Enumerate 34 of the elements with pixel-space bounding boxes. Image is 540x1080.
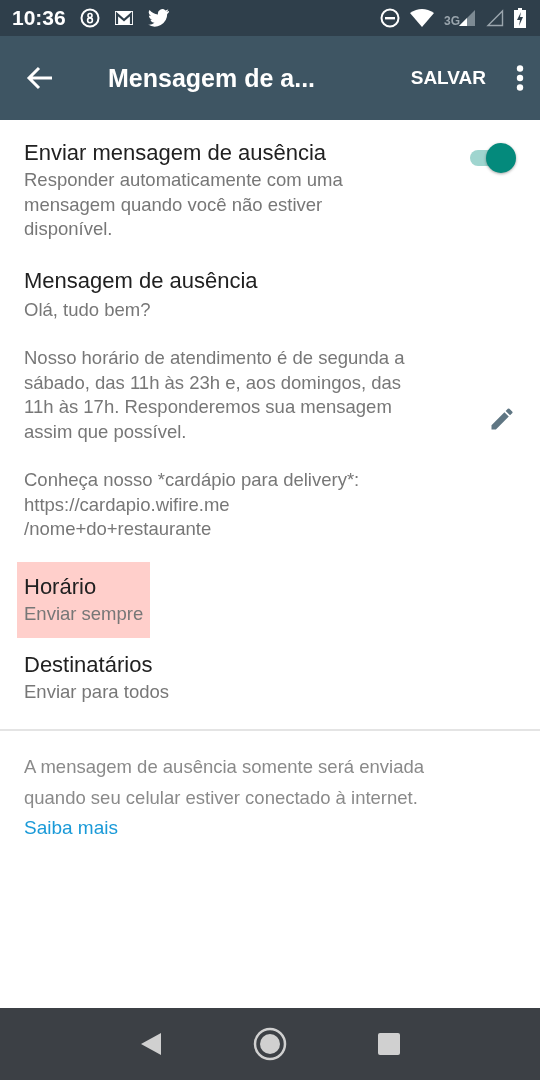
setting-title: Mensagem de ausência — [24, 266, 258, 295]
back-triangle-icon — [140, 1032, 163, 1056]
setting-title: Enviar mensagem de ausência — [24, 139, 327, 167]
back-nav-button[interactable] — [140, 1032, 163, 1056]
do-not-disturb-icon — [380, 8, 400, 28]
status-time: 10:36 — [12, 6, 66, 30]
badge-icon — [79, 8, 100, 28]
more-options-icon — [516, 65, 524, 91]
home-nav-button[interactable] — [253, 1027, 287, 1061]
message-paragraph: Nosso horário de atendimento é de segunda a sábado, das 11h às 23h e, aos domingos, das 11h às 17h. Responderemos sua mensagem assim que possível. — [24, 346, 406, 444]
back-arrow-icon — [26, 66, 54, 90]
message-paragraph: Olá, tudo bem? — [24, 297, 152, 322]
back-button[interactable] — [26, 66, 54, 90]
more-options-button[interactable] — [516, 65, 524, 91]
setting-value: Enviar sempre — [24, 601, 144, 626]
wifi-icon — [410, 9, 434, 27]
setting-value: Enviar para todos — [24, 680, 169, 704]
message-paragraph: Conheça nosso *cardápio para delivery*: https://cardapio.wifire.me /nome+do+restaurante — [24, 468, 361, 541]
recents-square-icon — [377, 1033, 400, 1055]
setting-title: Horário — [24, 572, 97, 601]
mail-icon — [113, 10, 134, 26]
recents-nav-button[interactable] — [377, 1033, 400, 1055]
network-type: 3G — [444, 14, 460, 28]
battery-icon — [514, 8, 526, 28]
home-circle-icon — [253, 1027, 287, 1061]
setting-title: Destinatários — [24, 651, 153, 679]
setting-description: Responder automaticamente com uma mensagem quando você não estiver disponível. — [24, 168, 343, 241]
signal-icon — [486, 9, 504, 27]
signal-icon — [458, 9, 476, 27]
highlighted-setting[interactable]: Horário Enviar sempre — [17, 561, 151, 638]
footer-note: A mensagem de ausência somente será enviada quando seu celular estiver conectado à internet. — [24, 754, 426, 810]
bird-icon — [147, 9, 170, 27]
screen-title: Mensagem de a... — [108, 63, 317, 93]
save-button[interactable]: SALVAR — [410, 67, 486, 89]
